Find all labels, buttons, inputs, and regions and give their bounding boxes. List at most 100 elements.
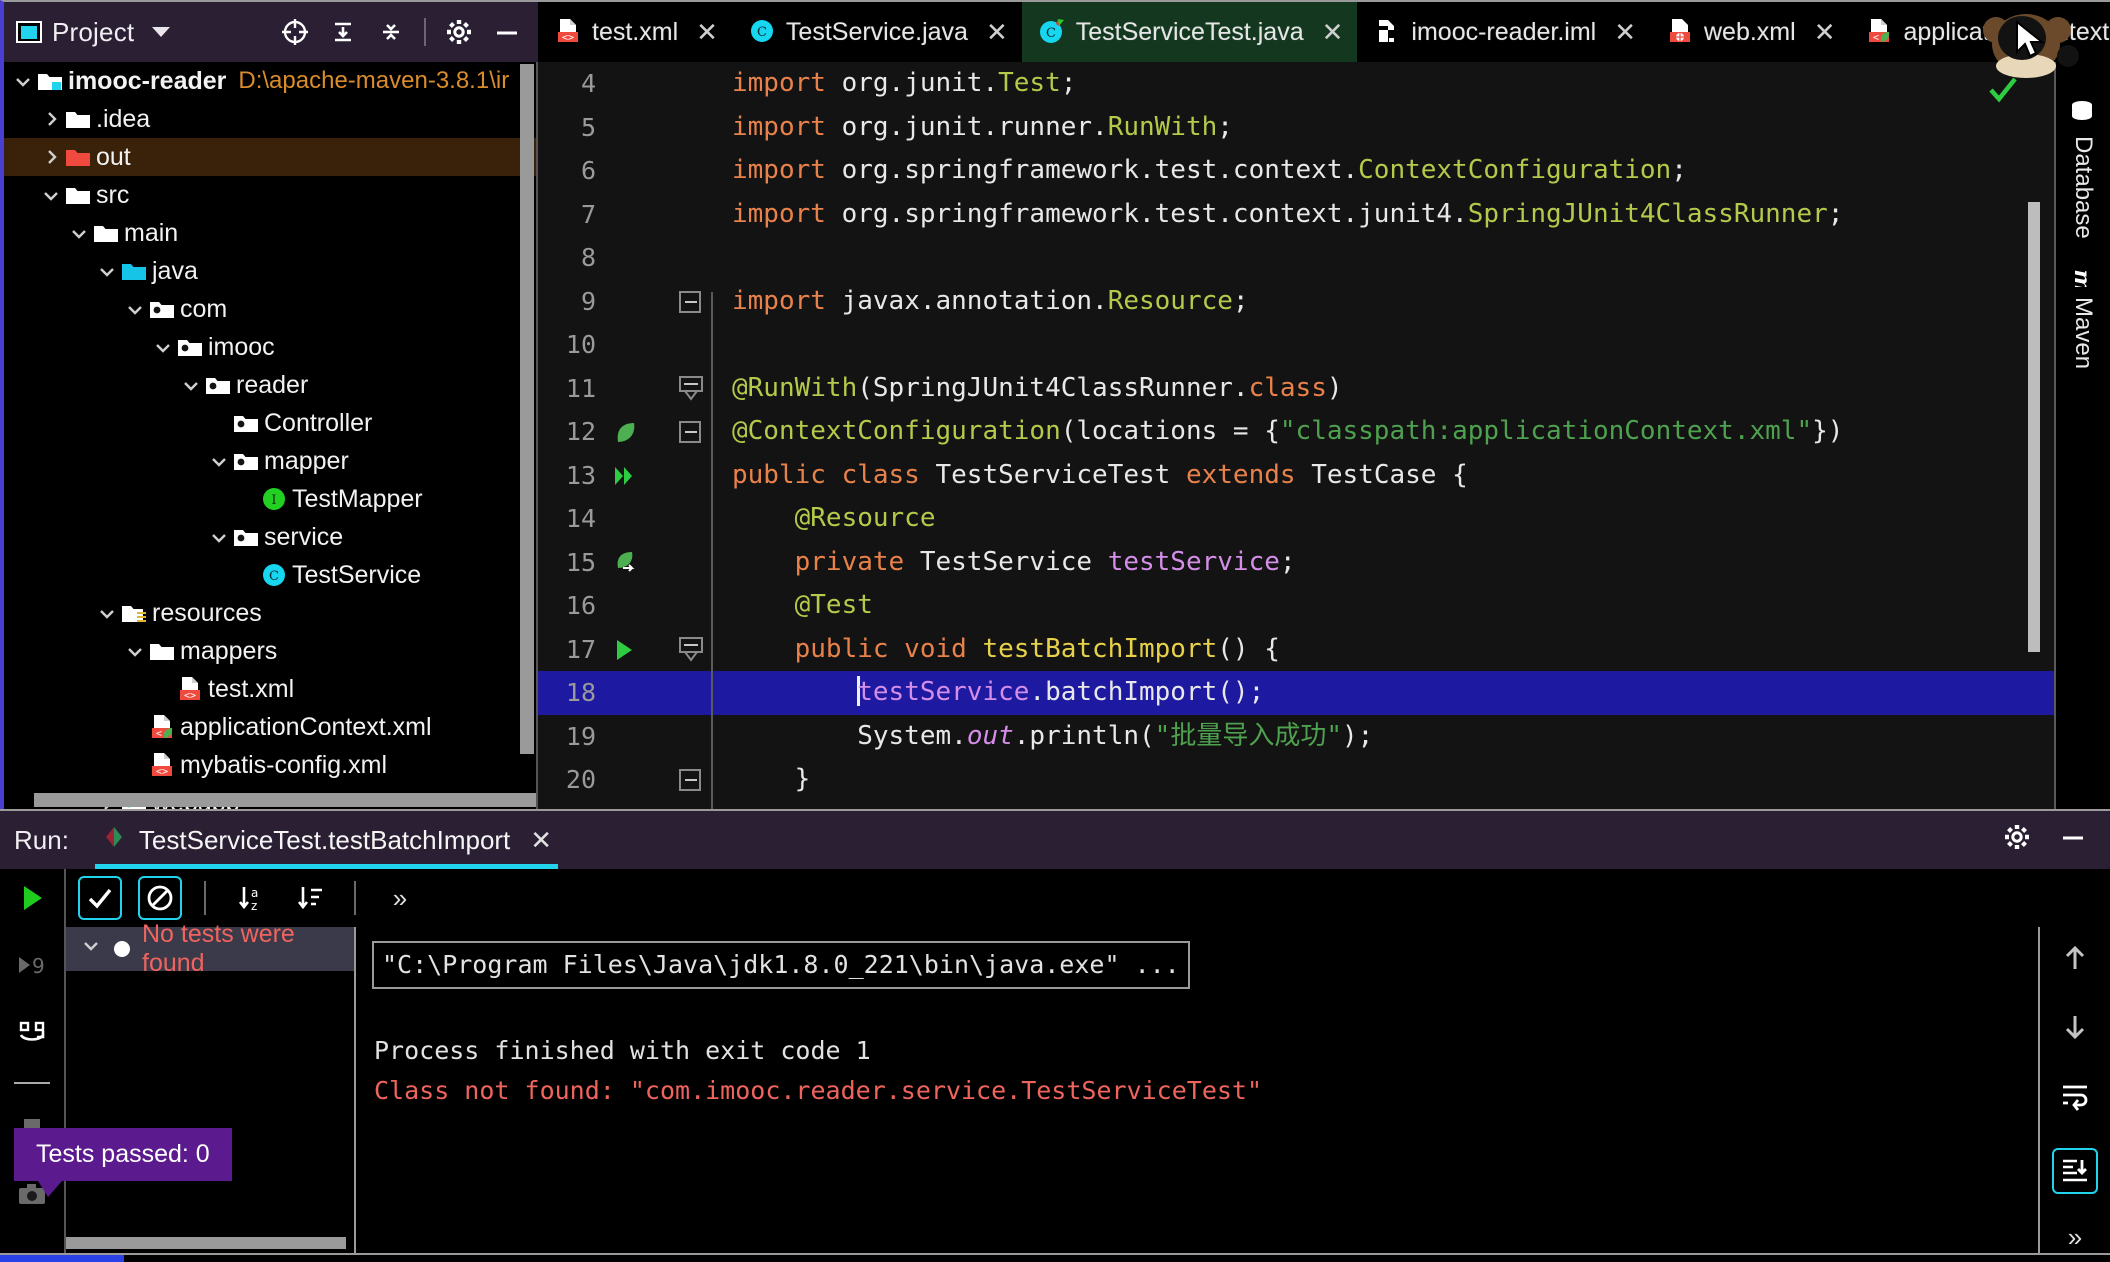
gutter-line-8[interactable]: 8 bbox=[538, 236, 656, 280]
tree-node-mybatis-config-xml[interactable]: <> mybatis-config.xml bbox=[4, 746, 536, 784]
soft-wrap-icon[interactable] bbox=[2058, 1079, 2092, 1120]
code-line-8[interactable] bbox=[722, 236, 2054, 280]
code-line-16[interactable]: @Test bbox=[722, 584, 2054, 628]
code-line-12[interactable]: @ContextConfiguration(locations = {"clas… bbox=[722, 410, 2054, 454]
gutter-line-18[interactable]: 18 bbox=[538, 671, 656, 715]
fold-collapse-icon[interactable] bbox=[679, 421, 701, 443]
tool-window-button-services[interactable]: Services bbox=[1110, 1255, 1284, 1262]
chevron-down-icon[interactable] bbox=[10, 70, 36, 92]
tree-node-main[interactable]: main bbox=[4, 214, 536, 252]
editor-tab-testservice-java[interactable]: C TestService.java ✕ bbox=[731, 2, 1022, 62]
expand-more-icon[interactable]: » bbox=[378, 876, 422, 920]
down-arrow-icon[interactable] bbox=[2058, 1010, 2092, 1051]
scroll-to-end-icon[interactable] bbox=[2052, 1148, 2098, 1194]
locate-icon[interactable] bbox=[280, 17, 310, 47]
gutter-line-16[interactable]: 16 bbox=[538, 584, 656, 628]
fold-collapse-icon[interactable] bbox=[679, 290, 701, 313]
tool-window-button-spring[interactable]: Spring bbox=[1284, 1255, 1434, 1262]
toggle-auto-test-icon[interactable] bbox=[15, 1015, 49, 1056]
code-line-15[interactable]: private TestService testService; bbox=[722, 541, 2054, 585]
tree-node-testservice[interactable]: C TestService bbox=[4, 556, 536, 594]
chevron-down-icon[interactable] bbox=[94, 260, 120, 282]
chevron-down-icon[interactable] bbox=[80, 935, 102, 964]
gutter-line-6[interactable]: 6 bbox=[538, 149, 656, 193]
project-tree-scrollbar[interactable] bbox=[520, 64, 534, 754]
tree-node-mapper[interactable]: mapper bbox=[4, 442, 536, 480]
gutter-line-13[interactable]: 13 bbox=[538, 454, 656, 498]
chevron-right-icon[interactable] bbox=[38, 108, 64, 130]
gutter-line-17[interactable]: 17 bbox=[538, 628, 656, 672]
sort-by-duration-icon[interactable] bbox=[288, 876, 332, 920]
gutter-line-15[interactable]: 15 bbox=[538, 541, 656, 585]
fold-collapse-icon[interactable] bbox=[679, 769, 701, 791]
gutter-line-12[interactable]: 12 bbox=[538, 410, 656, 454]
editor-scrollbar[interactable] bbox=[2028, 202, 2040, 652]
gutter-line-4[interactable]: 4 bbox=[538, 62, 656, 106]
tree-node-src[interactable]: src bbox=[4, 176, 536, 214]
gutter-line-11[interactable]: 11 bbox=[538, 367, 656, 411]
tree-node-imooc[interactable]: imooc bbox=[4, 328, 536, 366]
code-line-9[interactable]: import javax.annotation.Resource; bbox=[722, 280, 2054, 324]
chevron-down-icon[interactable] bbox=[122, 298, 148, 320]
close-icon[interactable]: ✕ bbox=[696, 19, 718, 45]
rerun-failed-icon[interactable]: 9 bbox=[15, 948, 49, 989]
chevron-right-icon[interactable] bbox=[38, 146, 64, 168]
gutter-marker[interactable] bbox=[600, 636, 648, 662]
gear-icon[interactable] bbox=[2002, 822, 2032, 859]
chevron-down-icon[interactable] bbox=[66, 222, 92, 244]
gutter-line-7[interactable]: 7 bbox=[538, 193, 656, 237]
tool-window-button-todo[interactable]: TODO bbox=[124, 1255, 274, 1262]
tool-window-button-run[interactable]: Run bbox=[0, 1255, 124, 1262]
close-icon[interactable]: ✕ bbox=[986, 19, 1008, 45]
hide-ignored-icon[interactable] bbox=[138, 876, 182, 920]
tree-node-testmapper[interactable]: I TestMapper bbox=[4, 480, 536, 518]
test-results-tree[interactable]: No tests were found bbox=[66, 920, 356, 1253]
show-passed-icon[interactable] bbox=[78, 876, 122, 920]
expand-more-icon[interactable]: » bbox=[2068, 1222, 2082, 1253]
ok-check-icon[interactable] bbox=[1986, 72, 2020, 113]
tree-node-java[interactable]: java bbox=[4, 252, 536, 290]
code-line-5[interactable]: import org.junit.runner.RunWith; bbox=[722, 106, 2054, 150]
editor-tab-applicationcontext-xml[interactable]: < applicationContext.xml bbox=[1849, 2, 2110, 62]
tool-window-button-terminal[interactable]: Terminal bbox=[457, 1255, 629, 1262]
tree-node-test-xml[interactable]: <> test.xml bbox=[4, 670, 536, 708]
tree-node--idea[interactable]: .idea bbox=[4, 100, 536, 138]
code-line-17[interactable]: public void testBatchImport() { bbox=[722, 628, 2054, 672]
tree-node-out[interactable]: out bbox=[4, 138, 536, 176]
chevron-down-icon[interactable] bbox=[150, 336, 176, 358]
sort-alphabetically-icon[interactable]: az bbox=[228, 876, 272, 920]
gutter-line-21[interactable]: 21 bbox=[538, 802, 656, 810]
tool-window-button-profiler[interactable]: Profiler bbox=[630, 1255, 787, 1262]
tool-window-button-endpoints[interactable]: Endpoints bbox=[787, 1255, 976, 1262]
console-output[interactable]: "C:\Program Files\Java\jdk1.8.0_221\bin\… bbox=[356, 927, 2038, 1253]
code-line-21[interactable]: } bbox=[722, 802, 2054, 810]
chevron-down-icon[interactable] bbox=[152, 27, 171, 37]
tool-window-button-problems[interactable]: Problems bbox=[274, 1255, 458, 1262]
gutter-marker[interactable] bbox=[600, 462, 648, 488]
editor-tab-imooc-reader-iml[interactable]: imooc-reader.iml ✕ bbox=[1357, 2, 1650, 62]
code-line-20[interactable]: } bbox=[722, 758, 2054, 802]
right-tool-tab-database[interactable]: Database bbox=[2069, 92, 2097, 245]
editor-tab-testservicetest-java[interactable]: C TestServiceTest.java ✕ bbox=[1021, 2, 1358, 62]
editor-tab-test-xml[interactable]: <> test.xml ✕ bbox=[538, 2, 732, 62]
rerun-icon[interactable] bbox=[15, 881, 49, 922]
tree-node-mappers[interactable]: mappers bbox=[4, 632, 536, 670]
test-tree-scrollbar[interactable] bbox=[66, 1237, 346, 1249]
gutter-marker[interactable] bbox=[600, 549, 648, 575]
chevron-down-icon[interactable] bbox=[38, 184, 64, 206]
code-line-13[interactable]: public class TestServiceTest extends Tes… bbox=[722, 454, 2054, 498]
collapse-all-icon[interactable] bbox=[376, 17, 406, 47]
editor-fold-column[interactable] bbox=[656, 62, 722, 809]
tree-node-applicationcontext-xml[interactable]: < applicationContext.xml bbox=[4, 708, 536, 746]
gutter-line-9[interactable]: 9 bbox=[538, 280, 656, 324]
code-line-19[interactable]: System.out.println("批量导入成功"); bbox=[722, 715, 2054, 759]
minimize-icon[interactable] bbox=[2058, 822, 2088, 859]
gutter-line-19[interactable]: 19 bbox=[538, 715, 656, 759]
fold-region-icon[interactable] bbox=[679, 375, 703, 409]
chevron-down-icon[interactable] bbox=[206, 450, 232, 472]
gutter-line-5[interactable]: 5 bbox=[538, 106, 656, 150]
tree-node-service[interactable]: service bbox=[4, 518, 536, 556]
gear-icon[interactable] bbox=[444, 17, 474, 47]
right-tool-tab-maven[interactable]: m Maven bbox=[2069, 253, 2097, 375]
close-icon[interactable]: ✕ bbox=[1614, 19, 1636, 45]
